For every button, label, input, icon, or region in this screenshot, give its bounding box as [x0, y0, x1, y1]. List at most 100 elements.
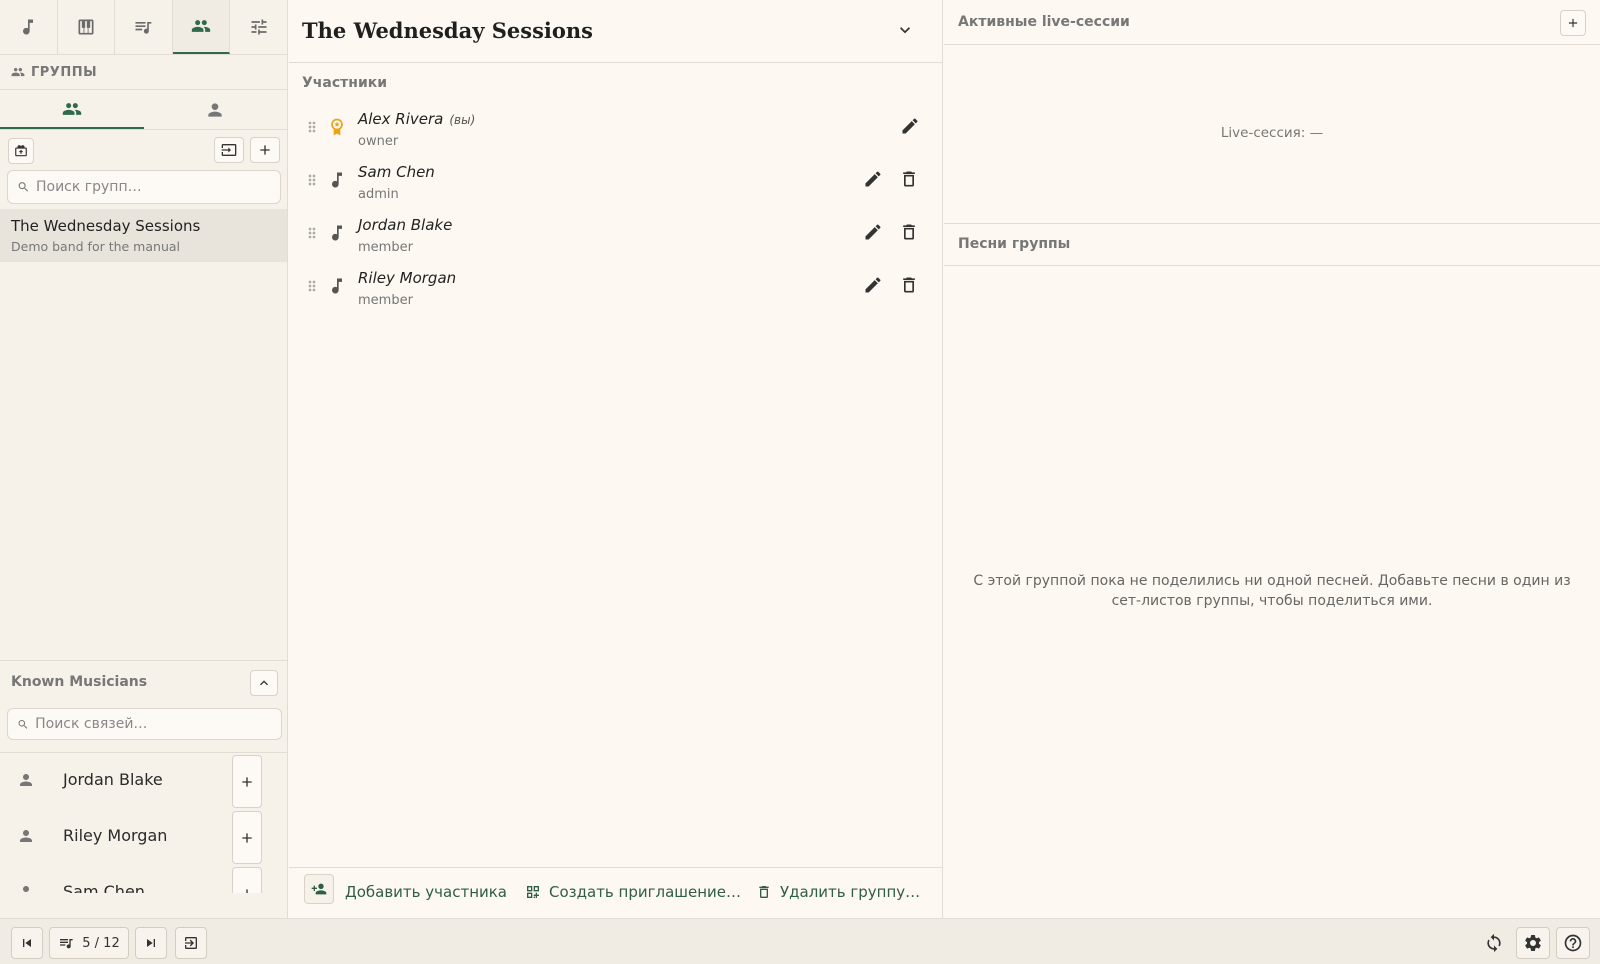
add-member-label: Добавить участника: [345, 883, 507, 901]
member-name: Alex Rivera (вы): [358, 110, 475, 128]
sync-button[interactable]: [1478, 927, 1510, 959]
setlist-position-button[interactable]: 5 / 12: [49, 927, 129, 959]
tab-groups[interactable]: [172, 0, 231, 54]
contacts-search: [7, 708, 282, 740]
groups-icon: [11, 67, 25, 77]
person-icon: [20, 774, 32, 786]
top-tab-bar: [0, 0, 287, 55]
help-button[interactable]: [1556, 927, 1590, 959]
tab-settings-mixer[interactable]: [230, 0, 287, 54]
collapse-known-button[interactable]: [250, 670, 278, 696]
member-name: Riley Morgan: [358, 269, 457, 287]
members-label: Участники: [302, 75, 388, 91]
live-session-status: Live-сессия: —: [1220, 125, 1324, 141]
edit-icon[interactable]: [863, 222, 883, 242]
subtab-person[interactable]: [144, 90, 288, 129]
member-role: member: [358, 240, 413, 255]
page-title: The Wednesday Sessions: [302, 18, 593, 43]
member-name: Sam Chen: [358, 163, 435, 181]
previous-song-button[interactable]: [11, 927, 43, 959]
group-search-input[interactable]: [35, 179, 280, 195]
member-role: owner: [358, 134, 399, 149]
musician-name: Jordan Blake: [63, 770, 163, 789]
known-musicians-list: Jordan Blake Riley Morgan Sam Chen: [0, 752, 287, 893]
drag-handle-icon[interactable]: [304, 278, 320, 294]
bottom-bar: 5 / 12: [0, 918, 1600, 964]
section-title-label: ГРУППЫ: [31, 64, 98, 80]
trash-icon[interactable]: [899, 222, 919, 242]
member-name: Jordan Blake: [358, 216, 453, 234]
edit-icon[interactable]: [863, 275, 883, 295]
member-role: admin: [358, 187, 399, 202]
sub-tab-bar: [0, 89, 287, 130]
group-actions-bar: Добавить участника Создать приглашение… …: [289, 867, 943, 918]
group-list-item[interactable]: The Wednesday Sessions Demo band for the…: [0, 209, 287, 262]
archive-button[interactable]: [8, 138, 34, 164]
playlist-icon: [135, 22, 152, 34]
sidebar: ГРУППЫ The Wednesday Sessions Demo band …: [0, 0, 288, 918]
settings-button[interactable]: [1516, 927, 1550, 959]
known-musicians-title: Known Musicians: [11, 674, 148, 690]
next-song-button[interactable]: [135, 927, 167, 959]
gear-icon: [1525, 935, 1541, 951]
group-toolbar: [0, 130, 287, 170]
person-icon: [23, 886, 29, 892]
plus-icon: [242, 832, 252, 843]
plus-icon: [260, 145, 270, 155]
person-icon: [208, 102, 222, 117]
music-note-icon: [23, 19, 34, 35]
group-songs-header: Песни группы: [944, 223, 1600, 266]
sync-icon: [1487, 933, 1501, 953]
add-group-button[interactable]: [250, 137, 280, 163]
edit-icon[interactable]: [900, 116, 920, 136]
groups-icon: [62, 102, 81, 115]
add-member-button[interactable]: Добавить участника: [345, 883, 507, 901]
list-item: Jordan Blake: [0, 753, 287, 809]
groups-icon: [191, 20, 211, 32]
music-note-icon: [332, 172, 342, 188]
songs-empty-message: С этой группой пока не поделились ни одн…: [973, 573, 1571, 609]
drag-handle-icon[interactable]: [304, 225, 320, 241]
group-detail-panel: The Wednesday Sessions Участники Alex Ri…: [289, 0, 943, 918]
drag-handle-icon[interactable]: [304, 172, 320, 188]
tab-instruments[interactable]: [58, 0, 116, 54]
musician-name: Riley Morgan: [63, 826, 168, 845]
create-invite-button[interactable]: Создать приглашение…: [525, 883, 741, 901]
piano-icon: [78, 19, 94, 35]
import-button[interactable]: [214, 137, 244, 163]
delete-group-button[interactable]: Удалить группу…: [756, 883, 920, 901]
trash-icon[interactable]: [899, 275, 919, 295]
chevron-down-icon[interactable]: [895, 20, 915, 40]
subtab-groups[interactable]: [0, 90, 144, 129]
award-badge-icon: [331, 118, 343, 136]
chevron-up-icon: [260, 680, 268, 686]
group-header: The Wednesday Sessions: [289, 0, 942, 63]
add-musician-button[interactable]: [232, 867, 262, 893]
create-invite-label: Создать приглашение…: [549, 883, 742, 901]
qr-code-icon: [527, 886, 539, 898]
archive-icon: [15, 145, 27, 157]
member-name-text: Alex Rivera: [358, 110, 444, 128]
group-description: Demo band for the manual: [11, 239, 181, 254]
group-songs-title: Песни группы: [958, 236, 1071, 252]
tab-setlists[interactable]: [115, 0, 173, 54]
live-sessions-header: Активные live-сессии: [944, 0, 1600, 45]
add-live-session-button[interactable]: [1560, 10, 1586, 36]
plus-icon: [242, 888, 252, 893]
person-icon: [20, 830, 32, 842]
add-member-icon-button[interactable]: [304, 874, 334, 904]
musician-name: Sam Chen: [63, 882, 145, 893]
search-icon: [18, 719, 28, 729]
logout-icon: [185, 937, 197, 949]
exit-button[interactable]: [175, 927, 207, 959]
drag-handle-icon[interactable]: [304, 119, 320, 135]
add-musician-button[interactable]: [232, 811, 262, 864]
skip-next-icon: [147, 939, 155, 947]
trash-icon[interactable]: [899, 169, 919, 189]
member-row: Jordan Blake member: [289, 208, 943, 261]
known-musicians-header: Known Musicians: [0, 660, 287, 704]
tab-songs[interactable]: [0, 0, 58, 54]
contacts-search-input[interactable]: [35, 716, 281, 732]
add-musician-button[interactable]: [232, 755, 262, 808]
edit-icon[interactable]: [863, 169, 883, 189]
